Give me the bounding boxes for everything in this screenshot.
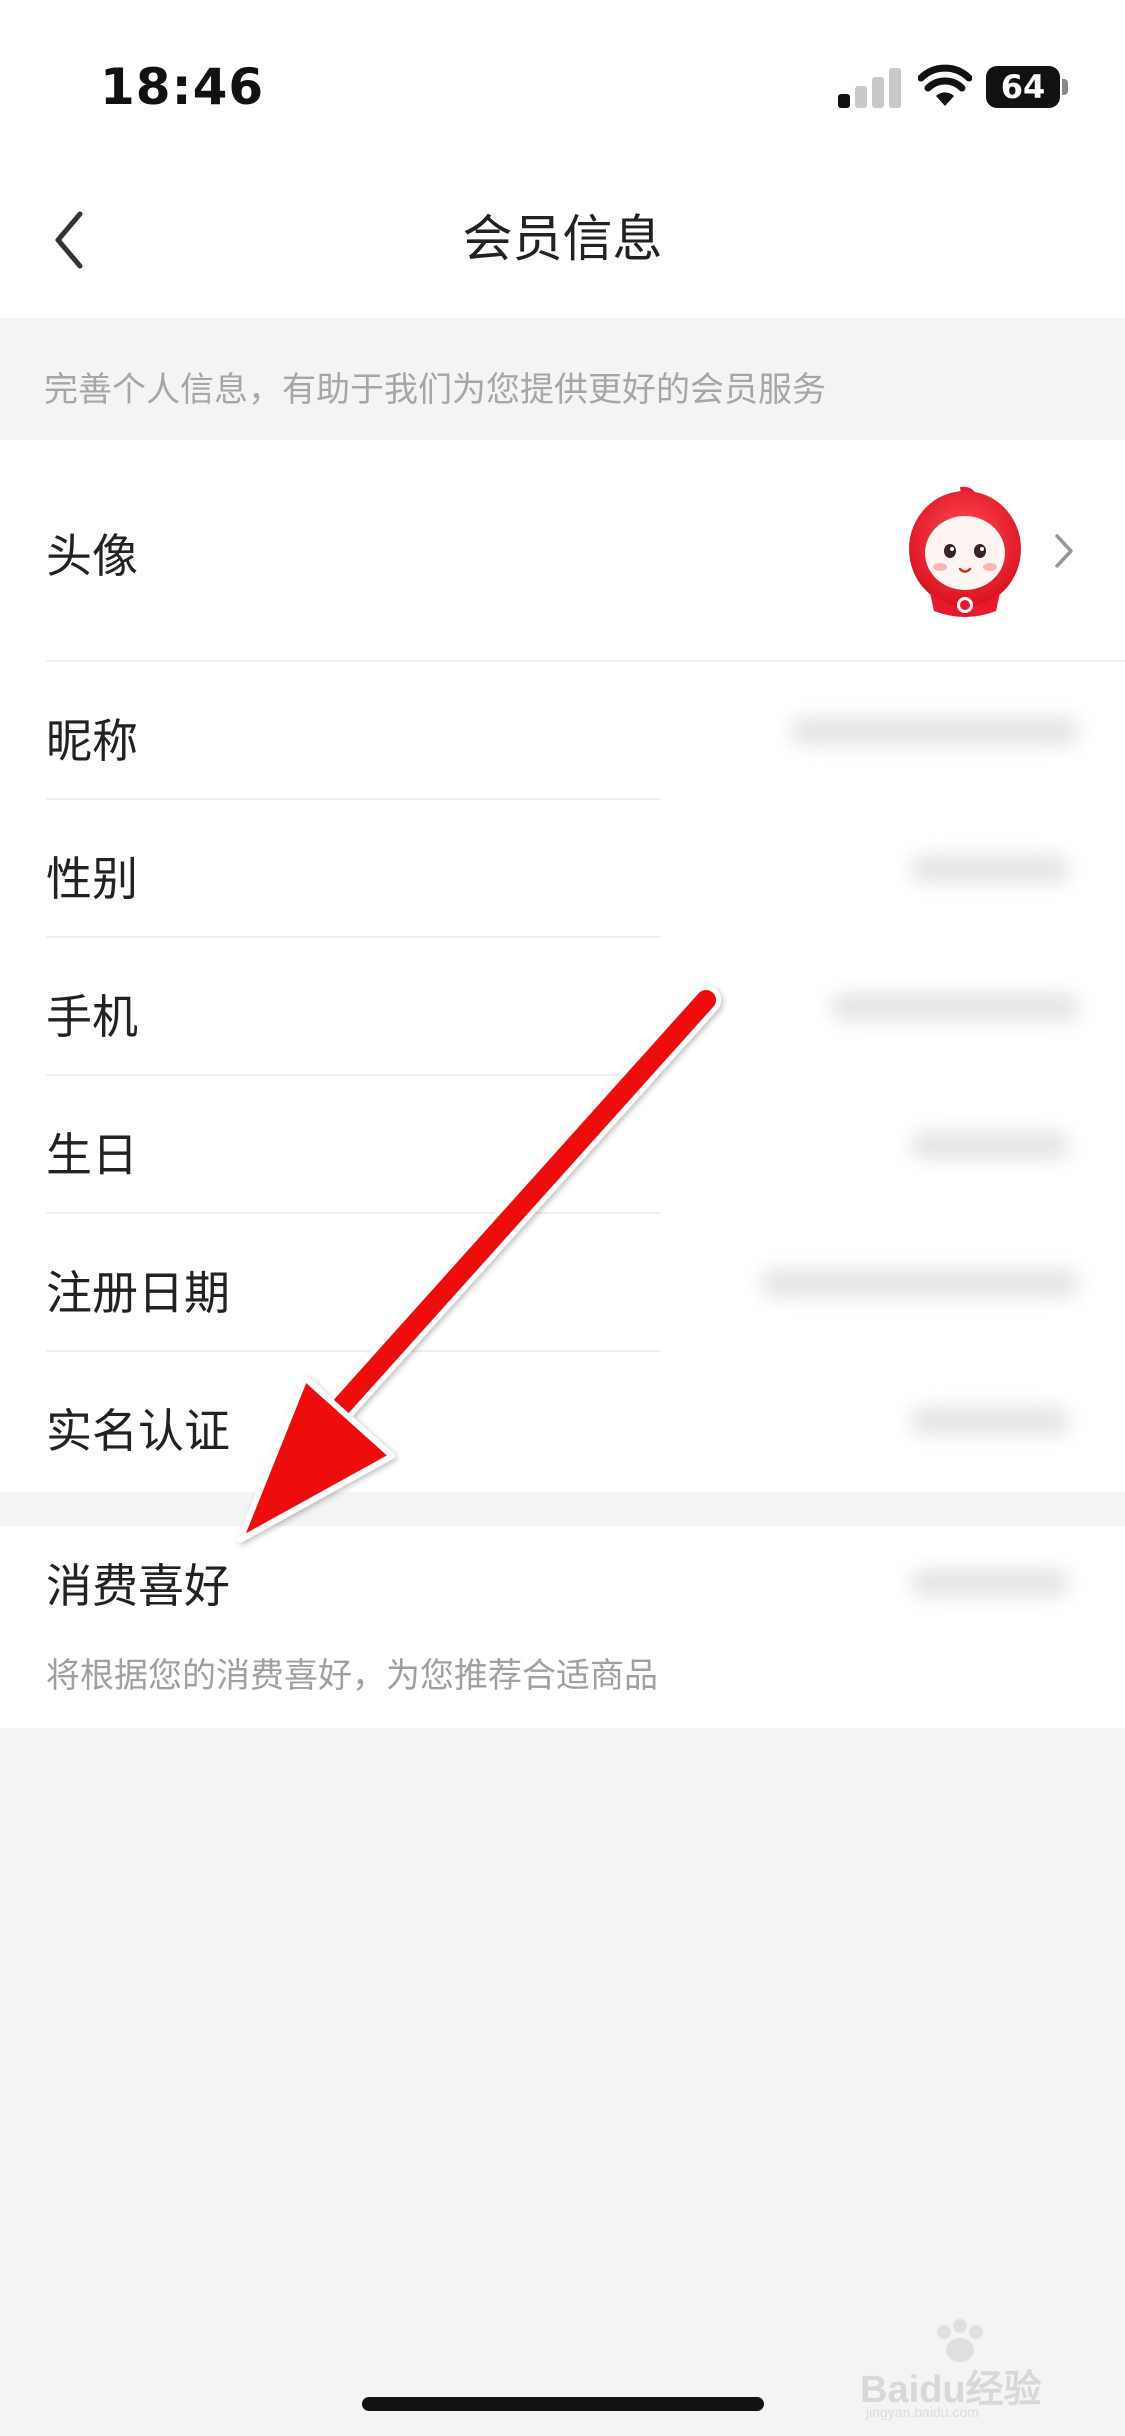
battery-icon: 64	[986, 66, 1068, 108]
baidu-jingyan-watermark: Baidu经验 jingyan.baidu.com	[860, 2318, 1080, 2420]
preference-description: 将根据您的消费喜好，为您推荐合适商品	[46, 1656, 658, 1696]
phone-row[interactable]: 手机	[0, 938, 1125, 1076]
battery-level: 64	[1000, 68, 1046, 106]
phone-label: 手机	[46, 990, 138, 1044]
birthday-value-redacted	[910, 1130, 1070, 1160]
preference-value-redacted	[910, 1568, 1070, 1598]
avatar-row[interactable]: 头像	[0, 440, 1125, 662]
chevron-right-icon	[1055, 534, 1073, 568]
back-button[interactable]	[40, 200, 100, 280]
gender-label: 性别	[46, 852, 138, 906]
birthday-label: 生日	[46, 1128, 138, 1182]
gender-value-redacted	[910, 854, 1070, 884]
member-info-card: 头像 昵称 性别 手机 生日 注册日期 实名认证	[0, 440, 1125, 1492]
consumption-preference-row[interactable]: 消费喜好 将根据您的消费喜好，为您推荐合适商品	[0, 1526, 1125, 1728]
realname-label: 实名认证	[46, 1404, 230, 1458]
wifi-icon	[918, 64, 972, 106]
register-date-label: 注册日期	[46, 1266, 230, 1320]
nickname-value-redacted	[790, 716, 1080, 746]
watermark-url: jingyan.baidu.com	[866, 2404, 979, 2420]
cellular-signal-icon	[838, 66, 902, 108]
page-title: 会员信息	[462, 210, 663, 268]
realname-value-redacted	[910, 1406, 1070, 1436]
gender-row[interactable]: 性别	[0, 800, 1125, 938]
realname-verification-row[interactable]: 实名认证	[0, 1352, 1125, 1492]
tip-text: 完善个人信息，有助于我们为您提供更好的会员服务	[44, 370, 826, 410]
status-time: 18:46	[100, 58, 265, 116]
section-gap	[0, 1492, 1125, 1526]
register-date-row: 注册日期	[0, 1214, 1125, 1352]
home-indicator[interactable]	[362, 2397, 764, 2411]
nickname-label: 昵称	[46, 714, 138, 768]
phone-value-redacted	[830, 992, 1080, 1022]
navigation-bar: 会员信息	[0, 160, 1125, 318]
status-bar: 18:46 64	[0, 0, 1125, 160]
register-date-value-redacted	[760, 1268, 1080, 1298]
avatar[interactable]	[900, 483, 1030, 623]
preference-label: 消费喜好	[46, 1559, 230, 1613]
tip-banner: 完善个人信息，有助于我们为您提供更好的会员服务	[0, 318, 1125, 440]
nickname-row[interactable]: 昵称	[0, 662, 1125, 800]
avatar-label: 头像	[46, 529, 138, 583]
birthday-row[interactable]: 生日	[0, 1076, 1125, 1214]
